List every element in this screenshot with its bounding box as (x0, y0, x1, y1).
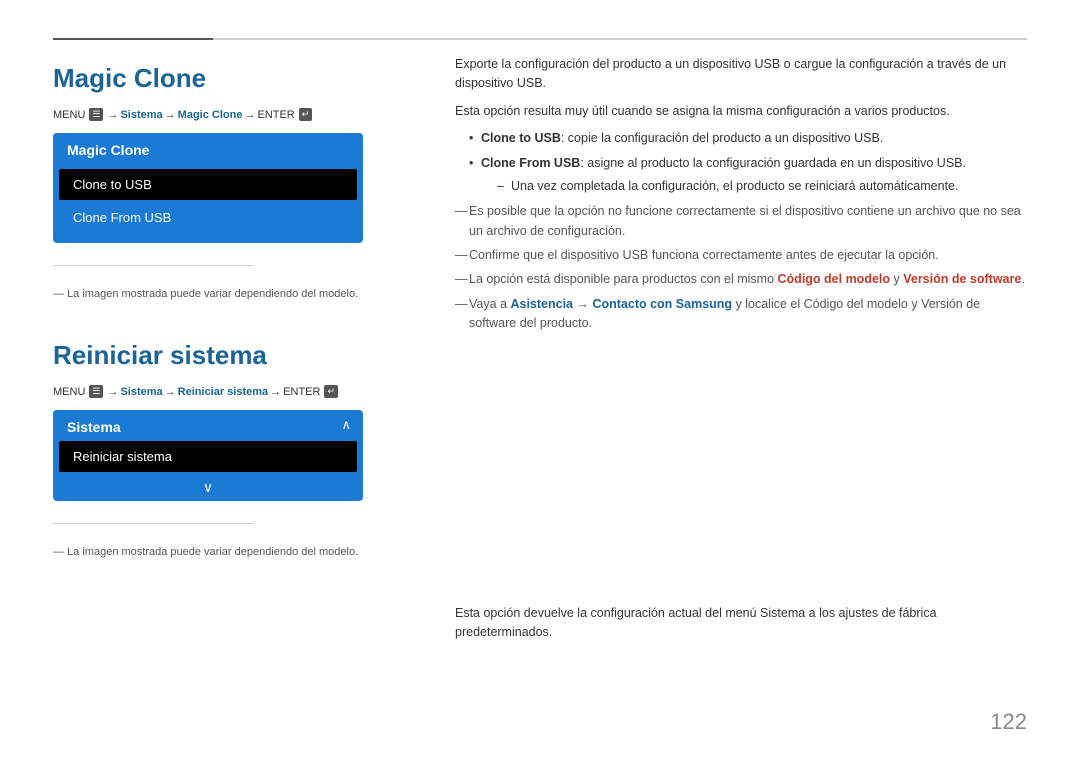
link-contacto: Contacto con Samsung (592, 297, 732, 311)
section2-image-note: La imagen mostrada puede variar dependie… (53, 546, 423, 558)
right-column: Exporte la configuración del producto a … (455, 55, 1027, 650)
menu-icon2: ☰ (89, 385, 103, 398)
enter-icon2: ↵ (324, 385, 338, 398)
section2-title: Reiniciar sistema (53, 340, 423, 371)
step2-label2: Reiniciar sistema (178, 386, 269, 398)
desc-para1: Exporte la configuración del producto a … (455, 55, 1027, 94)
dash-note-1: Es posible que la opción no funcione cor… (455, 202, 1027, 241)
section1-menu-path: MENU ☰ → Sistema → Magic Clone → ENTER ↵ (53, 108, 423, 121)
dash-note-4: Vaya a Asistencia → Contacto con Samsung… (455, 295, 1027, 334)
page-number: 122 (990, 709, 1027, 735)
step1-label: Sistema (120, 109, 162, 121)
clone-to-usb-item[interactable]: Clone to USB (59, 169, 357, 200)
bullet1-rest: : copie la configuración del producto a … (561, 131, 883, 145)
section1-title: Magic Clone (53, 63, 423, 94)
bullet2-rest: : asigne al producto la configuración gu… (580, 156, 966, 170)
chevron-down-icon: ∨ (53, 474, 363, 501)
bullet1-bold: Clone to USB (481, 131, 561, 145)
bold-modelo2: Código del modelo (804, 297, 908, 311)
clone-from-usb-item[interactable]: Clone From USB (59, 202, 357, 233)
bullet-list: Clone to USB: copie la configuración del… (469, 129, 1027, 196)
enter-icon: ↵ (299, 108, 313, 121)
widget-header2: Sistema (53, 410, 135, 439)
magic-clone-widget: Magic Clone Clone to USB Clone From USB (53, 133, 363, 243)
step2-label: Magic Clone (178, 109, 243, 121)
bullet2-bold: Clone From USB (481, 156, 580, 170)
enter-label2: ENTER (283, 386, 320, 398)
sub-bullet-list: Una vez completada la configuración, el … (497, 177, 1027, 196)
reiniciar-sistema-item[interactable]: Reiniciar sistema (59, 441, 357, 472)
menu-icon: ☰ (89, 108, 103, 121)
widget-header: Magic Clone (53, 133, 363, 167)
section1-image-note: La imagen mostrada puede variar dependie… (53, 288, 423, 300)
step1-label2: Sistema (120, 386, 162, 398)
menu-label2: MENU (53, 386, 85, 398)
desc-para2: Esta opción resulta muy útil cuando se a… (455, 102, 1027, 121)
section2-menu-path: MENU ☰ → Sistema → Reiniciar sistema → E… (53, 385, 423, 398)
bold-software: Versión de software (903, 272, 1021, 286)
section1-divider (53, 265, 253, 266)
enter-label: ENTER (257, 109, 294, 121)
menu-label: MENU (53, 109, 85, 121)
bullet-item-1: Clone to USB: copie la configuración del… (469, 129, 1027, 148)
chevron-up-icon: ∧ (341, 417, 363, 433)
section2-divider (53, 523, 253, 524)
section2-desc: Esta opción devuelve la configuración ac… (455, 604, 1027, 643)
section1-left: Magic Clone MENU ☰ → Sistema → Magic Clo… (53, 55, 423, 558)
top-border (53, 38, 1027, 40)
bullet-item-2: Clone From USB: asigne al producto la co… (469, 154, 1027, 197)
sub-bullet-1: Una vez completada la configuración, el … (497, 177, 1027, 196)
bold-modelo: Código del modelo (778, 272, 891, 286)
dash-note-3: La opción está disponible para productos… (455, 270, 1027, 289)
sistema-widget: Sistema ∧ Reiniciar sistema ∨ (53, 410, 363, 501)
dash-note-2: Confirme que el dispositivo USB funciona… (455, 246, 1027, 265)
link-asistencia: Asistencia (510, 297, 573, 311)
